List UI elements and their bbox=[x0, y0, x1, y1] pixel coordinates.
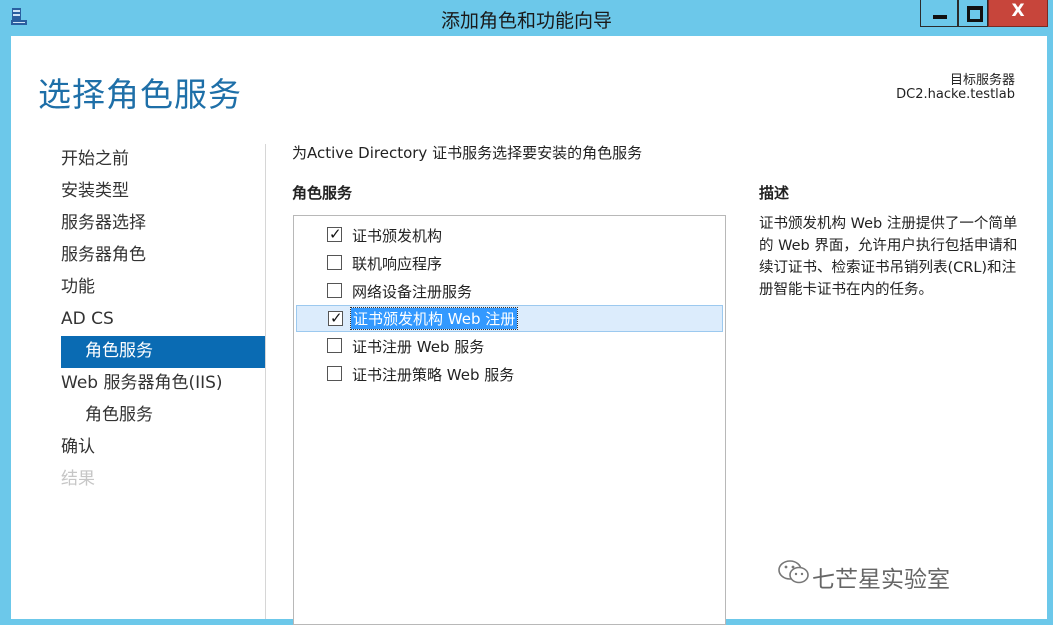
nav-item-installation-type[interactable]: 安装类型 bbox=[11, 176, 265, 208]
nav-item-server-roles[interactable]: 服务器角色 bbox=[11, 240, 265, 272]
nav-item-confirmation[interactable]: 确认 bbox=[11, 432, 265, 464]
nav-item-before-you-begin[interactable]: 开始之前 bbox=[11, 144, 265, 176]
nav-item-iis-role-services[interactable]: 角色服务 bbox=[11, 400, 265, 432]
role-checkbox[interactable] bbox=[327, 366, 342, 381]
close-icon: X bbox=[1011, 1, 1025, 21]
list-item[interactable]: 证书注册 Web 服务 bbox=[296, 333, 723, 360]
nav-item-results: 结果 bbox=[61, 469, 95, 489]
wizard-content: 选择角色服务 目标服务器 DC2.hacke.testlab 开始之前 安装类型… bbox=[11, 36, 1047, 625]
role-services-list[interactable]: ✓ 证书颁发机构 联机响应程序 网络设备注册服务 ✓ 证书颁发机构 Web 注册… bbox=[293, 215, 726, 625]
wizard-nav: 开始之前 安装类型 服务器选择 服务器角色 功能 AD CS 角色服务 Web … bbox=[11, 144, 265, 496]
check-icon: ✓ bbox=[329, 225, 342, 243]
list-item[interactable]: 联机响应程序 bbox=[296, 250, 723, 277]
maximize-button[interactable] bbox=[958, 0, 988, 27]
watermark-text: 七芒星实验室 bbox=[812, 567, 950, 593]
list-item[interactable]: ✓ 证书颁发机构 Web 注册 bbox=[296, 305, 723, 332]
title-bar: 添加角色和功能向导 X bbox=[0, 0, 1053, 36]
nav-item-ad-cs[interactable]: AD CS bbox=[11, 304, 265, 336]
list-item[interactable]: 网络设备注册服务 bbox=[296, 278, 723, 305]
wechat-icon bbox=[778, 560, 809, 584]
instruction-text: 为Active Directory 证书服务选择要安装的角色服务 bbox=[292, 144, 643, 162]
minimize-icon bbox=[933, 15, 947, 19]
nav-item-features[interactable]: 功能 bbox=[11, 272, 265, 304]
nav-divider bbox=[265, 144, 266, 619]
role-label: 证书颁发机构 Web 注册 bbox=[349, 307, 519, 330]
role-checkbox[interactable] bbox=[327, 255, 342, 270]
role-checkbox[interactable] bbox=[327, 338, 342, 353]
target-server-label: 目标服务器 bbox=[949, 73, 1015, 88]
role-label: 证书颁发机构 bbox=[352, 227, 443, 245]
nav-item-web-server-role[interactable]: Web 服务器角色(IIS) bbox=[11, 368, 265, 400]
nav-item-role-services[interactable]: 角色服务 bbox=[61, 336, 265, 368]
role-label: 网络设备注册服务 bbox=[352, 283, 473, 301]
role-label: 联机响应程序 bbox=[352, 255, 443, 273]
role-checkbox[interactable] bbox=[327, 283, 342, 298]
target-server-name: DC2.hacke.testlab bbox=[896, 87, 1015, 102]
check-icon: ✓ bbox=[330, 309, 343, 327]
role-label: 证书注册策略 Web 服务 bbox=[352, 366, 515, 384]
list-item[interactable]: ✓ 证书颁发机构 bbox=[296, 222, 723, 249]
maximize-icon bbox=[967, 6, 983, 22]
list-item[interactable]: 证书注册策略 Web 服务 bbox=[296, 361, 723, 388]
role-label: 证书注册 Web 服务 bbox=[352, 338, 485, 356]
role-services-header: 角色服务 bbox=[292, 184, 353, 202]
description-header: 描述 bbox=[759, 184, 790, 202]
role-checkbox[interactable]: ✓ bbox=[328, 309, 343, 327]
nav-item-server-selection[interactable]: 服务器选择 bbox=[11, 208, 265, 240]
window-title: 添加角色和功能向导 bbox=[440, 10, 612, 32]
description-text: 证书颁发机构 Web 注册提供了一个简单的 Web 界面，允许用户执行包括申请和… bbox=[759, 216, 1018, 298]
role-checkbox[interactable]: ✓ bbox=[327, 225, 342, 243]
page-title: 选择角色服务 bbox=[38, 75, 242, 114]
close-button[interactable]: X bbox=[988, 0, 1048, 27]
minimize-button[interactable] bbox=[920, 0, 958, 27]
